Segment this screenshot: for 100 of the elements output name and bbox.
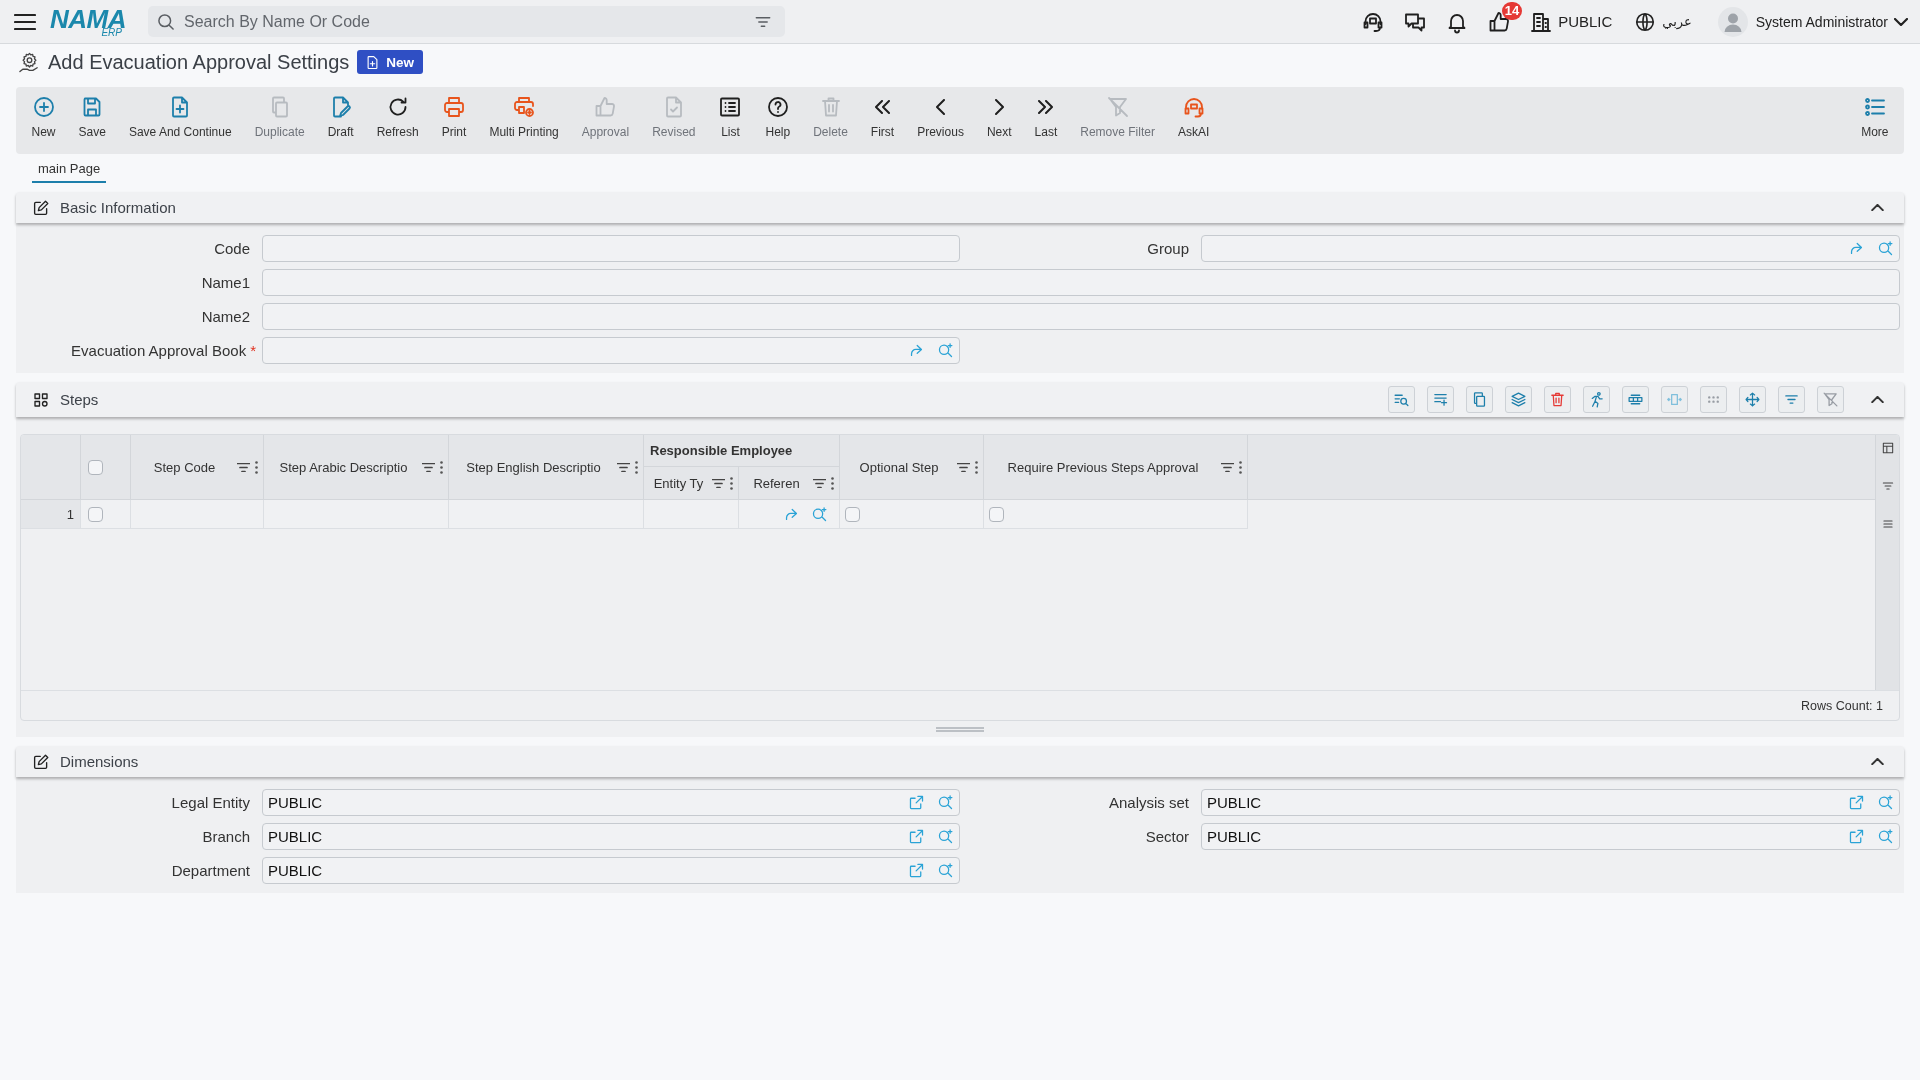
search-plus-icon[interactable] <box>937 828 954 845</box>
toolbar-button[interactable]: Refresh <box>365 87 431 154</box>
toolbar-button[interactable]: First <box>859 87 906 154</box>
grid-tool-button[interactable] <box>1622 386 1649 413</box>
search-plus-icon[interactable] <box>811 505 828 523</box>
grid-tool-button[interactable] <box>1583 386 1610 413</box>
toolbar-button[interactable]: List <box>707 87 754 154</box>
grid-tool-button[interactable] <box>1466 386 1493 413</box>
select-all-checkbox[interactable] <box>88 459 103 475</box>
toolbar-button[interactable]: Next <box>975 87 1024 154</box>
grid-tool-button[interactable] <box>1427 386 1454 413</box>
external-link-icon[interactable] <box>908 862 925 879</box>
input-field[interactable]: PUBLIC <box>1201 823 1900 850</box>
filter-icon[interactable] <box>617 462 630 472</box>
table-cell[interactable] <box>739 500 840 529</box>
table-cell[interactable] <box>840 500 984 529</box>
search-plus-icon[interactable] <box>937 342 954 359</box>
toolbar-button[interactable]: Previous <box>905 87 976 154</box>
toolbar-button[interactable]: Last <box>1023 87 1069 154</box>
grid-tool-button[interactable] <box>1817 386 1844 413</box>
toolbar-button[interactable]: Save <box>67 87 118 154</box>
grid-tool-button[interactable] <box>1505 386 1532 413</box>
resize-handle[interactable] <box>936 726 984 732</box>
toolbar-button[interactable]: AskAI <box>1166 87 1221 154</box>
filter-off-icon <box>1822 391 1839 408</box>
input-field[interactable] <box>262 337 960 364</box>
input-field[interactable]: PUBLIC <box>1201 789 1900 816</box>
kebab-menu-icon[interactable] <box>635 460 638 474</box>
toolbar-button[interactable]: Draft <box>316 87 366 154</box>
external-link-icon[interactable] <box>1848 794 1865 811</box>
input-field[interactable] <box>262 303 1900 330</box>
share-icon[interactable] <box>908 342 925 359</box>
input-field[interactable]: PUBLIC <box>262 823 960 850</box>
kebab-menu-icon[interactable] <box>440 460 443 474</box>
grid-tool-button[interactable] <box>1544 386 1571 413</box>
column-header[interactable]: Step Code <box>137 459 232 475</box>
kebab-menu-icon[interactable] <box>255 460 258 474</box>
filter-icon[interactable] <box>813 478 826 488</box>
column-header[interactable]: Require Previous Steps Approval <box>990 459 1216 475</box>
table-cell[interactable] <box>644 500 739 529</box>
input-field[interactable] <box>1201 235 1900 262</box>
search-plus-icon[interactable] <box>937 794 954 811</box>
table-cell[interactable] <box>264 500 449 529</box>
filter-icon[interactable] <box>712 478 725 488</box>
grid-tool-button[interactable] <box>1388 386 1415 413</box>
table-columns-icon[interactable] <box>1880 441 1895 455</box>
company-name[interactable]: PUBLIC <box>1558 13 1613 30</box>
menu-icon[interactable] <box>14 12 36 31</box>
globe-icon[interactable] <box>1634 10 1657 33</box>
kebab-menu-icon[interactable] <box>730 476 733 490</box>
column-header[interactable]: Step English Descriptio <box>455 459 612 475</box>
search-field[interactable]: Search By Name Or Code <box>148 6 785 37</box>
language-link[interactable]: عربي <box>1662 14 1692 29</box>
filter-icon[interactable] <box>1221 462 1234 472</box>
toolbar-button[interactable]: Help <box>754 87 802 154</box>
grid-tool-button[interactable] <box>1661 386 1688 413</box>
tab[interactable]: main Page <box>32 161 107 183</box>
toolbar-button[interactable]: Save And Continue <box>117 87 244 154</box>
user-name[interactable]: System Administrator <box>1755 13 1888 30</box>
filter-icon[interactable] <box>957 462 970 472</box>
external-link-icon[interactable] <box>908 794 925 811</box>
chevron-down-icon[interactable] <box>1894 17 1908 26</box>
search-plus-icon[interactable] <box>1877 240 1894 257</box>
grid-tool-button[interactable] <box>1739 386 1766 413</box>
column-header[interactable]: Step Arabic Descriptio <box>270 459 417 475</box>
toolbar-button[interactable]: Multi Printing <box>477 87 571 154</box>
search-plus-icon[interactable] <box>937 862 954 879</box>
column-header[interactable]: Optional Step <box>846 459 952 475</box>
grid-tool-button[interactable] <box>1700 386 1727 413</box>
input-field[interactable]: PUBLIC <box>262 857 960 884</box>
chevron-up-icon[interactable] <box>1871 396 1884 403</box>
checkbox[interactable] <box>845 506 860 522</box>
grid-tool-button[interactable] <box>1778 386 1805 413</box>
filter-icon[interactable] <box>422 462 435 472</box>
input-field[interactable] <box>262 235 960 262</box>
table-cell[interactable] <box>984 500 1248 529</box>
kebab-menu-icon[interactable] <box>975 460 978 474</box>
filter-icon[interactable] <box>237 462 250 472</box>
input-field[interactable] <box>262 269 1900 296</box>
column-header[interactable]: Referen <box>745 475 808 491</box>
checkbox[interactable] <box>989 506 1004 522</box>
search-input[interactable]: Search By Name Or Code <box>184 12 745 31</box>
table-cell[interactable] <box>131 500 264 529</box>
table-cell[interactable] <box>449 500 644 529</box>
search-plus-icon[interactable] <box>1877 794 1894 811</box>
external-link-icon[interactable] <box>908 828 925 845</box>
avatar-icon[interactable] <box>1717 6 1748 37</box>
toolbar-button[interactable]: New <box>20 87 67 154</box>
share-icon[interactable] <box>1848 240 1865 257</box>
kebab-menu-icon[interactable] <box>831 476 834 490</box>
chevron-up-icon[interactable] <box>1871 204 1884 211</box>
search-plus-icon[interactable] <box>1877 828 1894 845</box>
toolbar-button[interactable]: More <box>1849 87 1900 154</box>
external-link-icon[interactable] <box>1848 828 1865 845</box>
row-checkbox[interactable] <box>88 506 103 522</box>
column-header[interactable]: Entity Ty <box>650 475 707 491</box>
input-field[interactable]: PUBLIC <box>262 789 960 816</box>
kebab-menu-icon[interactable] <box>1239 460 1242 474</box>
toolbar-button[interactable]: Print <box>430 87 478 154</box>
chevron-up-icon[interactable] <box>1871 758 1884 765</box>
